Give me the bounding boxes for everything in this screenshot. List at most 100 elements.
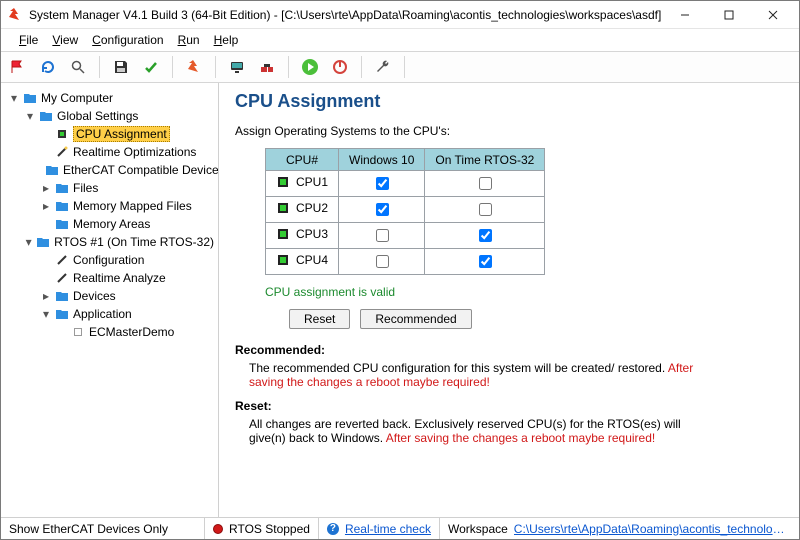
search-icon[interactable] bbox=[64, 54, 92, 80]
menu-help[interactable]: Help bbox=[208, 31, 245, 49]
folder-icon bbox=[55, 217, 69, 231]
content-pane: CPU Assignment Assign Operating Systems … bbox=[219, 83, 799, 517]
maximize-button[interactable] bbox=[707, 1, 751, 29]
flag-icon[interactable] bbox=[4, 54, 32, 80]
valid-message: CPU assignment is valid bbox=[265, 285, 781, 299]
save-icon[interactable] bbox=[107, 54, 135, 80]
status-ethercat[interactable]: Show EtherCAT Devices Only bbox=[1, 518, 205, 539]
folder-icon bbox=[45, 163, 59, 177]
tree-ethercat-devices[interactable]: EtherCAT Compatible Devices bbox=[39, 161, 216, 179]
cpu-name: CPU2 bbox=[296, 201, 328, 215]
button-row: Reset Recommended bbox=[289, 309, 781, 329]
os2-checkbox[interactable] bbox=[479, 203, 492, 216]
menubar: File View Configuration Run Help bbox=[1, 29, 799, 51]
tree-files[interactable]: ▸ Files bbox=[39, 179, 216, 197]
tree-global-settings[interactable]: ▾ Global Settings bbox=[23, 107, 216, 125]
recommended-button[interactable]: Recommended bbox=[360, 309, 471, 329]
folder-icon bbox=[23, 91, 37, 105]
table-row: CPU3 bbox=[266, 223, 545, 249]
wand-icon bbox=[55, 253, 69, 267]
realtime-check-link[interactable]: Real-time check bbox=[345, 522, 431, 536]
col-cpu: CPU# bbox=[266, 149, 339, 171]
monitor-icon[interactable] bbox=[223, 54, 251, 80]
chip-icon bbox=[55, 127, 69, 141]
cpu-name: CPU4 bbox=[296, 253, 328, 267]
leaf-icon bbox=[71, 325, 85, 339]
caret-right-icon[interactable]: ▸ bbox=[41, 201, 51, 211]
reset-button[interactable]: Reset bbox=[289, 309, 350, 329]
apply-icon[interactable] bbox=[137, 54, 165, 80]
folder-icon bbox=[39, 109, 53, 123]
titlebar: System Manager V4.1 Build 3 (64-Bit Edit… bbox=[1, 1, 799, 29]
folder-icon bbox=[36, 235, 50, 249]
caret-right-icon[interactable]: ▸ bbox=[41, 183, 51, 193]
app-icon bbox=[7, 7, 23, 23]
menu-file[interactable]: File bbox=[13, 31, 44, 49]
col-os1: Windows 10 bbox=[339, 149, 425, 171]
tree-my-computer[interactable]: ▾ My Computer bbox=[7, 89, 216, 107]
refresh-icon[interactable] bbox=[34, 54, 62, 80]
info-icon: ? bbox=[327, 523, 339, 535]
status-realtime-check[interactable]: ? Real-time check bbox=[319, 518, 440, 539]
reset-text: All changes are reverted back. Exclusive… bbox=[249, 417, 709, 445]
menu-run[interactable]: Run bbox=[172, 31, 206, 49]
close-button[interactable] bbox=[751, 1, 795, 29]
wrench-icon[interactable] bbox=[369, 54, 397, 80]
caret-right-icon[interactable]: ▸ bbox=[41, 291, 51, 301]
recommended-heading: Recommended: bbox=[235, 343, 781, 357]
window-controls bbox=[663, 1, 795, 29]
workspace-path-link[interactable]: C:\Users\rte\AppData\Roaming\acontis_tec… bbox=[514, 522, 791, 536]
os2-checkbox[interactable] bbox=[479, 255, 492, 268]
power-icon[interactable] bbox=[326, 54, 354, 80]
status-rtos: RTOS Stopped bbox=[205, 518, 319, 539]
cpu-table: CPU# Windows 10 On Time RTOS-32 CPU1 CPU2… bbox=[265, 148, 545, 275]
os1-checkbox[interactable] bbox=[376, 229, 389, 242]
caret-down-icon[interactable]: ▾ bbox=[41, 309, 51, 319]
stopped-icon bbox=[213, 524, 223, 534]
intro-text: Assign Operating Systems to the CPU's: bbox=[235, 124, 781, 138]
table-row: CPU2 bbox=[266, 197, 545, 223]
wand-icon bbox=[55, 271, 69, 285]
window-title: System Manager V4.1 Build 3 (64-Bit Edit… bbox=[29, 8, 663, 22]
os1-checkbox[interactable] bbox=[376, 203, 389, 216]
wand-icon bbox=[55, 145, 69, 159]
caret-down-icon[interactable]: ▾ bbox=[25, 111, 35, 121]
device-icon[interactable] bbox=[253, 54, 281, 80]
tree-devices[interactable]: ▸ Devices bbox=[39, 287, 216, 305]
body-split: ▾ My Computer ▾ Global Settings bbox=[1, 83, 799, 517]
table-row: CPU4 bbox=[266, 249, 545, 275]
minimize-button[interactable] bbox=[663, 1, 707, 29]
tree-cpu-assignment[interactable]: CPU Assignment bbox=[39, 125, 216, 143]
tree-realtime-optimizations[interactable]: Realtime Optimizations bbox=[39, 143, 216, 161]
col-os2: On Time RTOS-32 bbox=[425, 149, 545, 171]
os2-checkbox[interactable] bbox=[479, 177, 492, 190]
status-workspace: Workspace C:\Users\rte\AppData\Roaming\a… bbox=[440, 518, 799, 539]
folder-icon bbox=[55, 181, 69, 195]
folder-icon bbox=[55, 199, 69, 213]
caret-down-icon[interactable]: ▾ bbox=[9, 93, 19, 103]
tree-memory-mapped-files[interactable]: ▸ Memory Mapped Files bbox=[39, 197, 216, 215]
caret-down-icon[interactable]: ▾ bbox=[25, 237, 32, 247]
tree-memory-areas[interactable]: Memory Areas bbox=[39, 215, 216, 233]
toolbar bbox=[1, 51, 799, 83]
cpu-name: CPU1 bbox=[296, 175, 328, 189]
os1-checkbox[interactable] bbox=[376, 177, 389, 190]
menu-view[interactable]: View bbox=[46, 31, 84, 49]
table-row: CPU1 bbox=[266, 171, 545, 197]
folder-icon bbox=[55, 307, 69, 321]
tree-application[interactable]: ▾ Application bbox=[39, 305, 216, 323]
tree-realtime-analyze[interactable]: Realtime Analyze bbox=[39, 269, 216, 287]
reset-heading: Reset: bbox=[235, 399, 781, 413]
os2-checkbox[interactable] bbox=[479, 229, 492, 242]
tree-rtos-configuration[interactable]: Configuration bbox=[39, 251, 216, 269]
export-icon[interactable] bbox=[180, 54, 208, 80]
play-icon[interactable] bbox=[296, 54, 324, 80]
tree-ecmasterdemo[interactable]: ECMasterDemo bbox=[55, 323, 216, 341]
recommended-text: The recommended CPU configuration for th… bbox=[249, 361, 709, 389]
tree-rtos-1[interactable]: ▾ RTOS #1 (On Time RTOS-32) bbox=[23, 233, 216, 251]
page-title: CPU Assignment bbox=[235, 91, 781, 112]
tree-pane: ▾ My Computer ▾ Global Settings bbox=[1, 83, 219, 517]
menu-configuration[interactable]: Configuration bbox=[86, 31, 169, 49]
os1-checkbox[interactable] bbox=[376, 255, 389, 268]
cpu-name: CPU3 bbox=[296, 227, 328, 241]
